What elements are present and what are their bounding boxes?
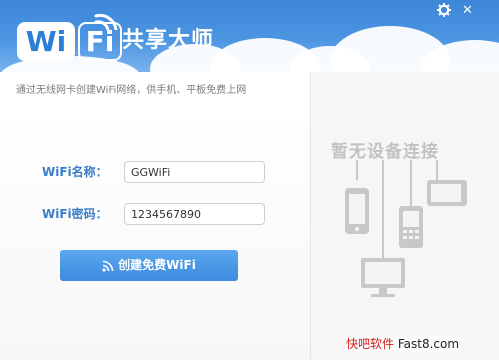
devices-illustration [345,160,467,297]
wifi-name-input[interactable] [124,161,265,183]
tablet-icon [427,180,467,206]
wifi-signal-icon [94,14,118,30]
create-wifi-button[interactable]: 创建免费WiFi [60,250,238,281]
wifi-password-input[interactable] [124,203,265,225]
phone-icon [345,188,369,234]
feature-phone-icon [399,206,423,248]
logo-wi-text: Wi [17,22,75,61]
watermark-site-text: Fast8.com [397,337,460,351]
wifi-icon [102,260,114,272]
site-watermark: 快吧软件 Fast8.com [346,336,460,352]
app-title: 共享大师 [122,28,215,53]
monitor-icon [361,258,405,297]
watermark-cn-text: 快吧软件 [346,337,395,351]
form-panel [0,110,310,360]
create-wifi-button-label: 创建免费WiFi [118,258,196,272]
wifi-password-label: WiFi密码： [42,207,108,221]
gear-icon[interactable] [436,2,452,22]
close-icon[interactable]: ✕ [462,3,473,19]
wifi-name-label: WiFi名称： [42,165,108,179]
subtitle-text: 通过无线网卡创建WiFi网络，供手机、平板免费上网 [16,85,247,96]
app-header: Wi Fi 共享大师 ✕ [0,0,499,72]
